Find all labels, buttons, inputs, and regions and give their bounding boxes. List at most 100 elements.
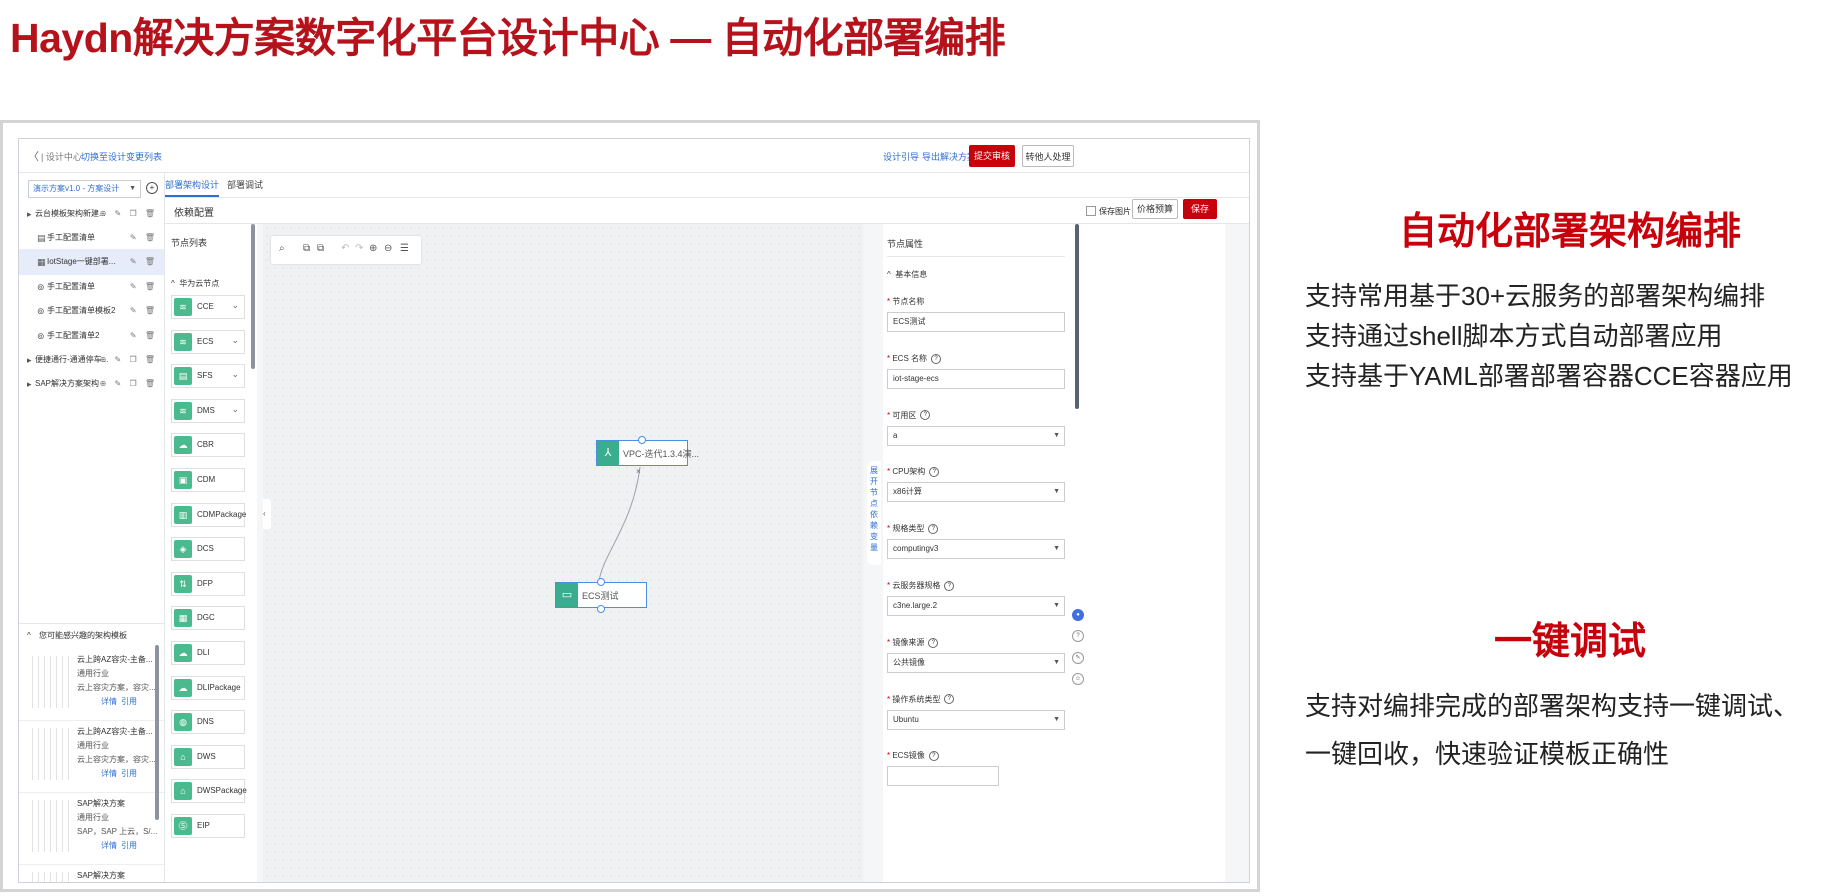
tree-item[interactable]: ▸ 便捷通行-通通停车... ⊕ ✎ ❐ 🗑 [19,347,164,373]
node-item-dli[interactable]: ☁ DLI [171,641,245,665]
node-port[interactable] [597,605,605,613]
template-card[interactable]: 云上跨AZ容灾-主备... 通用行业 云上容灾方案，容灾... 详情 引用 [19,720,164,793]
node-item-dfp[interactable]: ⇅ DFP [171,571,245,596]
export-solution-link[interactable]: 导出解决方案 [922,150,976,163]
expand-icon[interactable]: ▸ [27,347,32,373]
save-button[interactable]: 保存 [1183,199,1217,219]
dependency-edge[interactable] [598,466,641,582]
sidebar-scrollbar[interactable] [155,645,159,820]
tab-deploy-debug[interactable]: 部署调试 [227,178,263,191]
template-cite-link[interactable]: 引用 [121,768,137,779]
assistant-icon[interactable]: ● [1072,609,1084,621]
template-card[interactable]: SAP解决方案 通用行业 SAP，SAP 上云，S/... 详情 引用 [19,792,164,865]
node-port[interactable] [638,436,646,444]
tree-actions-icons[interactable]: ✎ 🗑 [130,249,158,275]
tree-actions-icons[interactable]: ⊕ ✎ ❐ 🗑 [100,201,158,227]
feedback-icon[interactable]: ☺ [1072,673,1084,685]
help-icon[interactable]: ? [931,353,942,364]
node-item-eip[interactable]: ⓹ EIP [171,814,245,838]
node-list-scrollbar[interactable] [251,224,255,369]
help-icon[interactable]: ? [928,637,939,648]
expand-icon[interactable]: ▸ [27,201,32,227]
node-group-label[interactable]: ^ 华为云节点 [171,278,219,289]
field-input[interactable]: ECS测试 [887,312,1065,332]
tree-actions-icons[interactable]: ⊕ ✎ ❐ 🗑 [100,347,158,373]
tree-item[interactable]: ⊚ 手工配置清单 ✎ 🗑 [19,274,164,300]
chevron-down-icon[interactable]: ⌄ [231,404,239,415]
node-item-dlipackage[interactable]: ☁ DLIPackage [171,675,245,700]
help-icon[interactable]: ? [944,694,955,705]
expand-icon[interactable]: ▸ [27,371,32,397]
basic-info-section[interactable]: ^ 基本信息 [887,269,927,280]
help-icon[interactable]: ? [944,580,955,591]
node-item-dwspackage[interactable]: ⌂ DWSPackage [171,779,247,804]
node-item-cce[interactable]: ≋ CCE ⌄ [171,295,245,319]
node-item-dgc[interactable]: ▦ DGC [171,606,245,631]
add-circle-icon[interactable]: + [146,182,158,194]
design-guide-link[interactable]: 设计引导 [883,150,919,163]
node-item-sfs[interactable]: ▤ SFS ⌄ [171,364,245,389]
node-item-label: DWSPackage [197,786,247,796]
template-card[interactable]: 云上跨AZ容灾-主备... 通用行业 云上容灾方案，容灾... 详情 引用 [19,648,164,721]
grid-icon: ▦ [37,257,46,267]
field-select[interactable] [887,766,999,787]
template-detail-link[interactable]: 详情 [101,768,117,779]
template-cite-link[interactable]: 引用 [121,840,137,851]
tree-actions-icons[interactable]: ✎ 🗑 [130,298,158,324]
price-estimate-button[interactable]: 价格预算 [1132,199,1178,219]
tree-item[interactable]: ▸ SAP解决方案架构 ⊕ ✎ ❐ 🗑 [19,371,164,397]
back-icon[interactable]: 〈 [28,148,39,164]
tree-item[interactable]: ⊚ 手工配置清单2 ✎ 🗑 [19,323,164,349]
save-image-checkbox[interactable] [1086,206,1096,216]
node-item-cbr[interactable]: ☁ CBR [171,433,245,458]
tree-actions-icons[interactable]: ✎ 🗑 [130,225,158,251]
note-icon[interactable]: ✎ [1072,652,1084,664]
tree-item[interactable]: ▸ 云台模板架构新建... ⊕ ✎ ❐ 🗑 [19,201,164,227]
properties-scrollbar[interactable] [1075,224,1079,409]
node-item-ecs[interactable]: ≋ ECS ⌄ [171,329,245,354]
scheme-select[interactable]: 演示方案v1.0 - 方案设计 ▼ [28,180,141,198]
template-cite-link[interactable]: 引用 [121,696,137,707]
tree-actions-icons[interactable]: ✎ 🗑 [130,274,158,300]
chevron-down-icon[interactable]: ⌄ [231,369,239,380]
template-detail-link[interactable]: 详情 [101,840,117,851]
submit-review-button[interactable]: 提交审核 [969,145,1015,167]
node-properties-panel: 节点属性 ^ 基本信息 * 节点名称 ECS测试 * ECS 名称? iot-stag… [883,224,1225,882]
chevron-down-icon[interactable]: ⌄ [231,335,239,346]
help-icon[interactable]: ? [928,751,939,762]
field-select[interactable]: Ubuntu ▼ [887,709,1065,730]
field-input[interactable]: iot-stage-ecs [887,368,1065,389]
transfer-button[interactable]: 转他人处理 [1022,145,1074,167]
tree-item[interactable]: ⊚ 手工配置清单模板2 ✎ 🗑 [19,298,164,324]
chevron-down-icon[interactable]: ⌄ [231,300,239,311]
field-select[interactable]: x86计算 ▼ [887,482,1065,503]
field-select[interactable]: a ▼ [887,425,1065,446]
field-select[interactable]: computingv3 ▼ [887,539,1065,560]
template-detail-link[interactable]: 详情 [101,696,117,707]
template-title: SAP解决方案 [77,871,126,880]
node-port[interactable] [597,578,605,586]
help-icon[interactable]: ? [920,410,931,421]
design-canvas[interactable]: ‹ ⌕ ⧉ ⧉ ↶ ↷ ⊕ ⊖ ☰ × ⅄ VPC-迭代1.3.4演... ▭ … [263,224,863,882]
field-select[interactable]: c3ne.large.2 ▼ [887,596,1065,616]
tree-actions-icons[interactable]: ⊕ ✎ ❐ 🗑 [100,371,158,397]
node-item-dms[interactable]: ≋ DMS ⌄ [171,398,245,423]
template-card[interactable]: SAP解决方案 [19,864,164,882]
node-item-cdm[interactable]: ▣ CDM [171,468,245,492]
tree-item-selected[interactable]: ▦ IotStage一键部署... ✎ 🗑 [19,249,164,275]
node-item-dws[interactable]: ⌂ DWS [171,744,245,769]
node-item-cdmpackage[interactable]: ▥ CDMPackage [171,502,246,527]
templates-header[interactable]: ^ 您可能感兴趣的架构模板 [19,623,164,648]
tree-actions-icons[interactable]: ✎ 🗑 [130,323,158,349]
node-item-dcs[interactable]: ◈ DCS [171,537,245,562]
expand-dependency-vars-handle[interactable]: 展开节点依赖变量 [867,461,881,565]
help-icon[interactable]: ? [928,524,939,535]
help-icon[interactable]: ? [929,467,940,478]
field-select[interactable]: 公共镜像 ▼ [887,652,1065,673]
tree-item[interactable]: ▤ 手工配置清单 ✎ 🗑 [19,225,164,251]
node-item-dns[interactable]: ◍ DNS [171,710,245,735]
warehouse-icon: ⌂ [174,747,192,766]
tab-architecture-design[interactable]: 部署架构设计 [165,178,220,197]
help-icon[interactable]: ? [1072,630,1084,642]
switch-change-list-link[interactable]: 切换至设计变更列表 [81,150,162,163]
